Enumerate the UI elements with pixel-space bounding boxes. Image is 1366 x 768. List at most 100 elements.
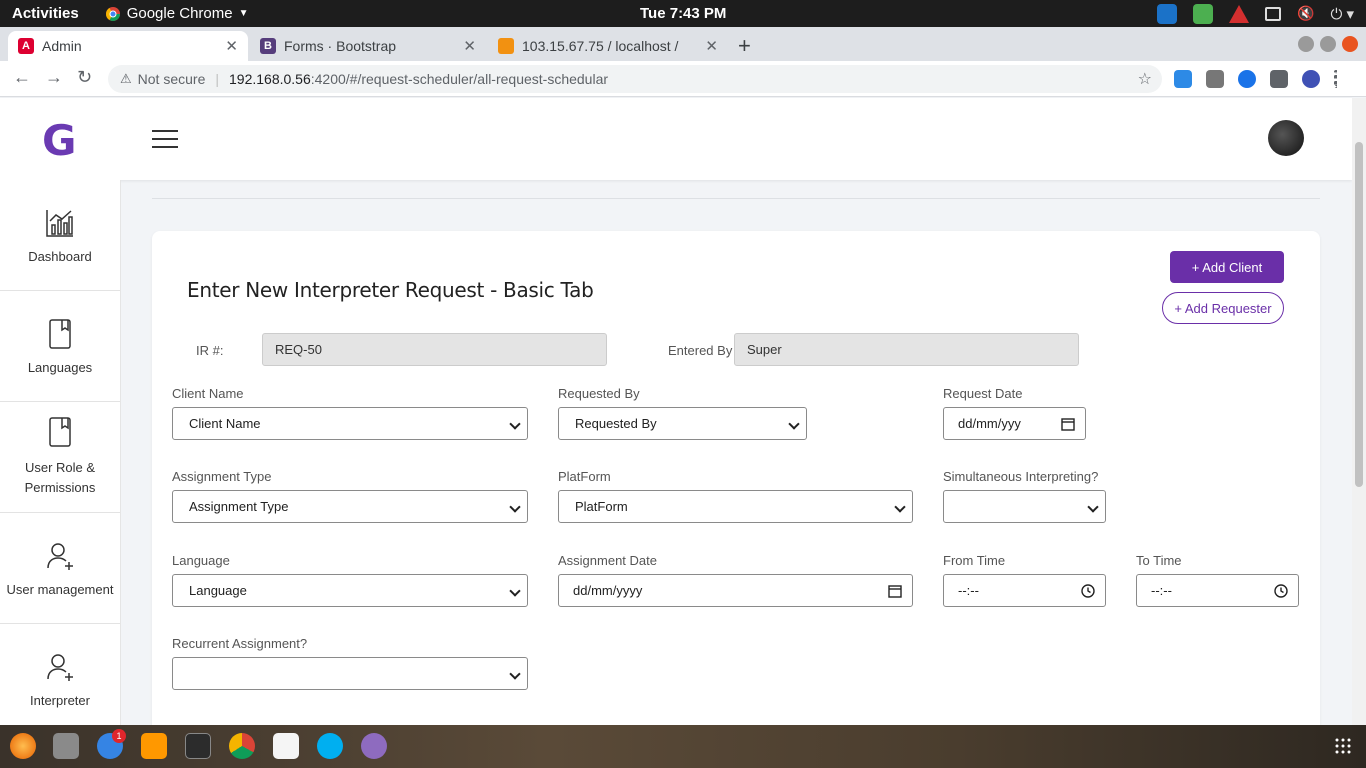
calendar-icon[interactable] xyxy=(888,584,902,598)
puzzle-icon[interactable] xyxy=(1270,70,1288,88)
dock: 1 xyxy=(0,725,1366,768)
chrome-icon[interactable] xyxy=(229,733,255,759)
client-name-select[interactable]: Client Name xyxy=(172,407,528,440)
tab-title: Admin xyxy=(42,38,82,54)
tab-title: Forms · Bootstrap xyxy=(284,38,397,54)
app-menu[interactable]: Google Chrome ▼ xyxy=(105,5,249,22)
extension-icon[interactable] xyxy=(1238,70,1256,88)
request-date-input[interactable]: dd/mm/yyy xyxy=(943,407,1086,440)
sidebar-item-dashboard[interactable]: Dashboard xyxy=(0,180,120,291)
sidebar-item-label: User Role & Permissions xyxy=(24,460,96,495)
requested-by-label: Requested By xyxy=(558,386,640,401)
more-menu-icon[interactable] xyxy=(1334,70,1338,88)
sidebar-item-label: Interpreter xyxy=(30,692,90,708)
app-logo[interactable]: G xyxy=(42,116,76,165)
clock-icon[interactable] xyxy=(1274,584,1288,598)
app-header: G xyxy=(0,98,1352,180)
scrollbar-thumb[interactable] xyxy=(1355,142,1363,487)
warning-icon[interactable]: ⚠ xyxy=(120,71,132,87)
system-top-bar: Activities Google Chrome ▼ Tue 7:43 PM 🔇… xyxy=(0,0,1366,27)
entered-by-label: Entered By xyxy=(668,343,733,358)
forward-arrow-icon[interactable]: → xyxy=(45,67,63,88)
bookmark-star-icon[interactable]: ☆ xyxy=(1138,69,1152,89)
add-requester-button[interactable]: + Add Requester xyxy=(1162,292,1284,324)
minimize-button[interactable] xyxy=(1298,36,1314,52)
app-grid-icon[interactable] xyxy=(1334,737,1352,755)
add-client-button[interactable]: + Add Client xyxy=(1170,251,1284,283)
new-tab-button[interactable]: + xyxy=(738,33,751,59)
reload-icon[interactable]: ↻ xyxy=(77,67,92,88)
address-bar[interactable]: ⚠ Not secure | 192.168.0.56:4200/#/reque… xyxy=(108,65,1162,93)
url-host: 192.168.0.56 xyxy=(229,71,311,87)
check-icon[interactable] xyxy=(1193,3,1213,24)
volume-icon[interactable]: 🔇 xyxy=(1297,5,1314,22)
book-icon xyxy=(49,417,71,447)
requested-by-select[interactable]: Requested By xyxy=(558,407,807,440)
hamburger-menu-icon[interactable] xyxy=(152,130,178,148)
sidebar-item-user-role[interactable]: User Role & Permissions xyxy=(0,402,120,513)
language-select[interactable]: Language xyxy=(172,574,528,607)
add-user-icon xyxy=(47,542,73,570)
pidgin-icon[interactable] xyxy=(361,733,387,759)
sidebar-item-languages[interactable]: Languages xyxy=(0,291,120,402)
language-label: Language xyxy=(172,553,230,568)
extensions-area xyxy=(1174,70,1338,88)
close-window-button[interactable] xyxy=(1342,36,1358,52)
back-arrow-icon[interactable]: ← xyxy=(13,67,31,88)
tab-strip: A Admin ✕ B Forms · Bootstrap ✕ 103.15.6… xyxy=(0,27,1366,61)
extension-icon[interactable] xyxy=(1174,70,1192,88)
extension-icon[interactable] xyxy=(1206,70,1224,88)
recurrent-label: Recurrent Assignment? xyxy=(172,636,308,651)
teamviewer-icon[interactable] xyxy=(1157,3,1177,24)
tab-phpmyadmin[interactable]: 103.15.67.75 / localhost / ✕ xyxy=(488,31,728,61)
skype-icon[interactable] xyxy=(317,733,343,759)
profile-icon[interactable] xyxy=(1302,70,1320,88)
sidebar-item-label: Languages xyxy=(27,359,93,375)
simultaneous-select[interactable] xyxy=(943,490,1106,523)
browser-toolbar: ← → ↻ ⚠ Not secure | 192.168.0.56:4200/#… xyxy=(0,61,1366,97)
mail-badge: 1 xyxy=(112,729,126,743)
request-date-value: dd/mm/yyy xyxy=(958,416,1021,431)
assignment-type-select[interactable]: Assignment Type xyxy=(172,490,528,523)
power-icon[interactable]: ⏻ ▾ xyxy=(1330,5,1354,23)
entered-by-field[interactable]: Super xyxy=(734,333,1079,366)
close-icon[interactable]: ✕ xyxy=(463,37,476,55)
sublime-text-icon[interactable] xyxy=(141,733,167,759)
from-time-label: From Time xyxy=(943,553,1006,568)
close-icon[interactable]: ✕ xyxy=(705,37,718,55)
calendar-icon[interactable] xyxy=(1061,417,1075,431)
recurrent-select[interactable] xyxy=(172,657,528,690)
maximize-button[interactable] xyxy=(1320,36,1336,52)
platform-label: PlatForm xyxy=(558,469,611,484)
tab-forms-bootstrap[interactable]: B Forms · Bootstrap ✕ xyxy=(250,31,486,61)
firefox-icon[interactable] xyxy=(10,733,36,759)
from-time-input[interactable]: --:-- xyxy=(943,574,1106,607)
clock-icon[interactable] xyxy=(1081,584,1095,598)
sidebar-item-interpreter[interactable]: Interpreter xyxy=(0,624,120,735)
divider: | xyxy=(215,71,219,87)
add-user-icon xyxy=(47,653,73,681)
tab-admin[interactable]: A Admin ✕ xyxy=(8,31,248,61)
page-scrollbar[interactable] xyxy=(1352,98,1366,725)
assignment-type-label: Assignment Type xyxy=(172,469,272,484)
security-status[interactable]: Not secure xyxy=(138,71,206,87)
sidebar-item-user-management[interactable]: User management xyxy=(0,513,120,624)
warning-icon[interactable] xyxy=(1229,4,1249,23)
avatar[interactable] xyxy=(1268,120,1304,156)
close-icon[interactable]: ✕ xyxy=(225,37,238,55)
files-icon[interactable] xyxy=(53,733,79,759)
platform-select[interactable]: PlatForm xyxy=(558,490,913,523)
activities-button[interactable]: Activities xyxy=(12,5,79,22)
from-time-value: --:-- xyxy=(958,583,979,598)
client-name-label: Client Name xyxy=(172,386,244,401)
request-date-label: Request Date xyxy=(943,386,1023,401)
anydesk-icon[interactable] xyxy=(273,733,299,759)
clock[interactable]: Tue 7:43 PM xyxy=(640,5,726,22)
terminal-icon[interactable] xyxy=(185,733,211,759)
assignment-date-input[interactable]: dd/mm/yyyy xyxy=(558,574,913,607)
phpmyadmin-icon xyxy=(498,38,514,54)
network-icon[interactable] xyxy=(1265,6,1281,21)
ir-field[interactable]: REQ-50 xyxy=(262,333,607,366)
divider xyxy=(152,198,1320,199)
to-time-input[interactable]: --:-- xyxy=(1136,574,1299,607)
